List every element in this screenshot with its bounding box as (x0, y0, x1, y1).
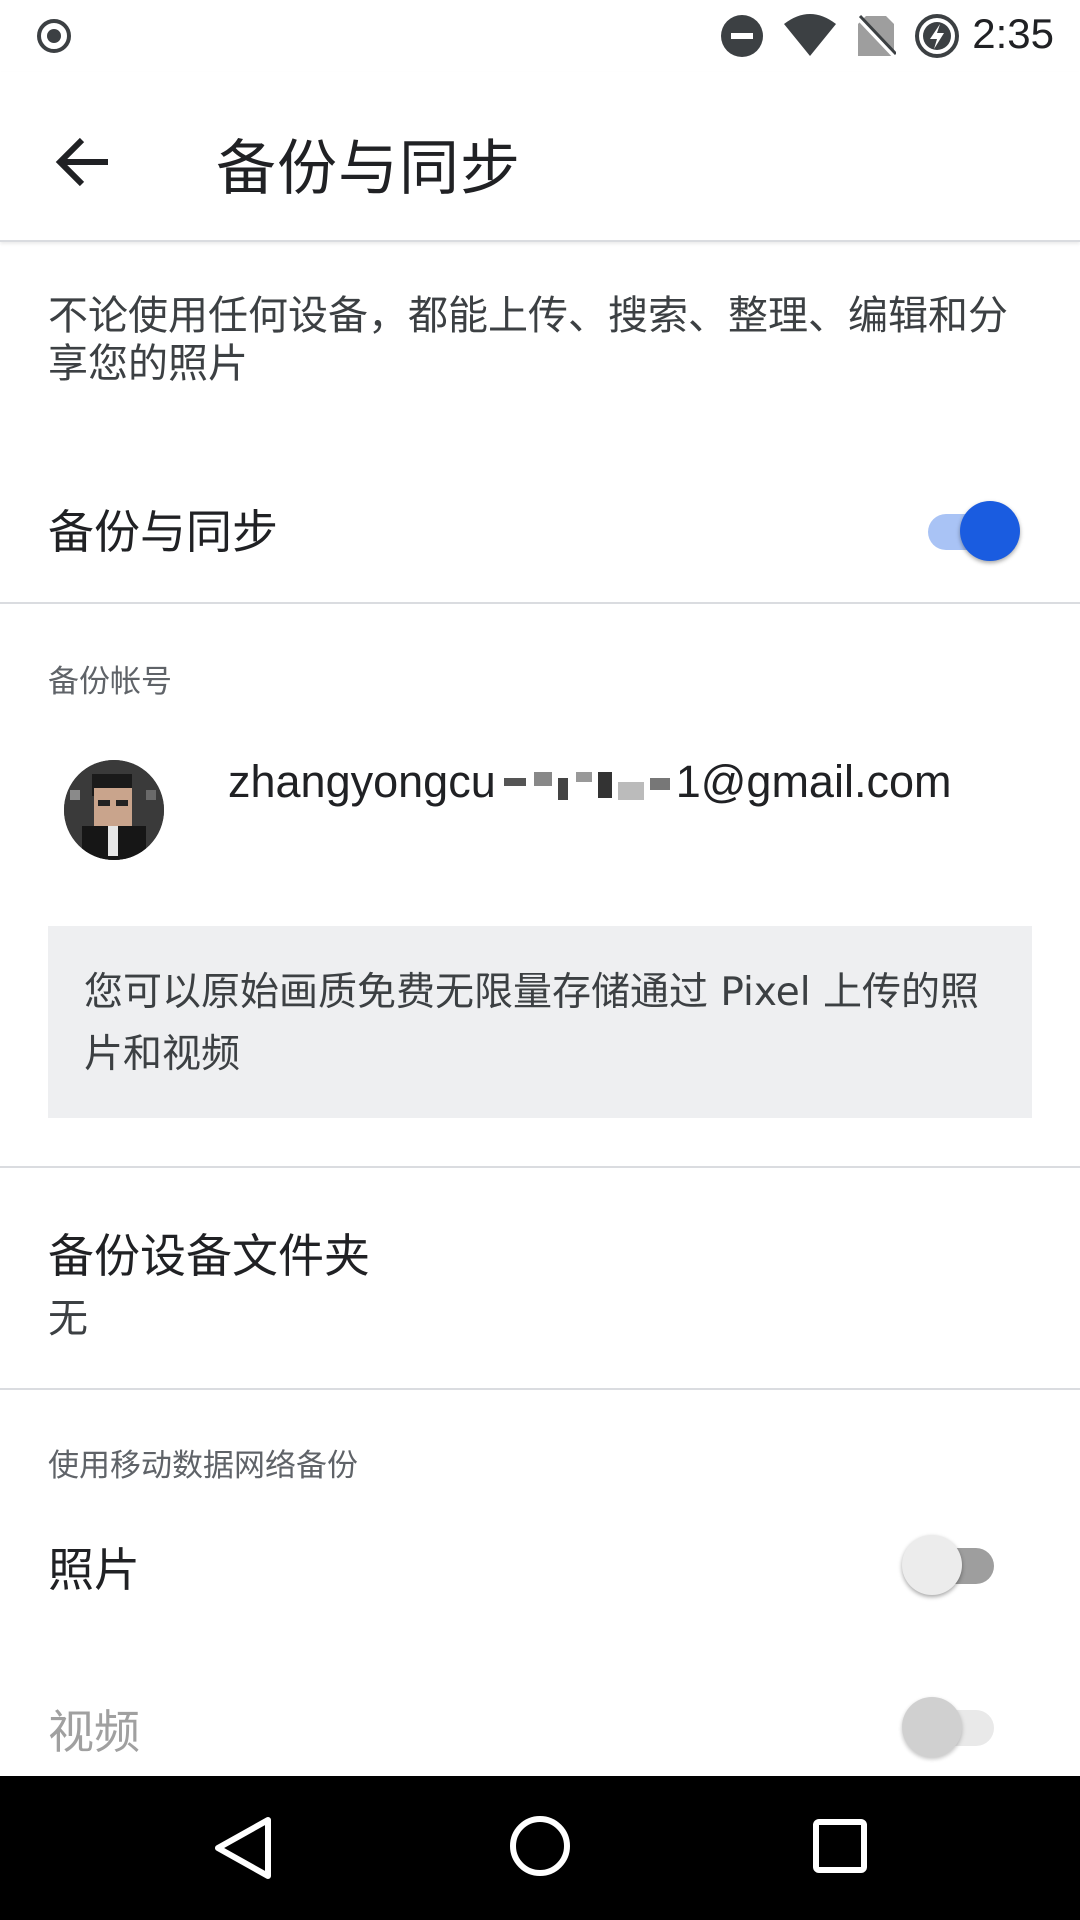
record-icon (37, 19, 71, 53)
wifi-icon (784, 14, 836, 56)
backup-account-header: 备份帐号 (48, 664, 172, 700)
back-button[interactable] (44, 122, 124, 202)
status-time: 2:35 (972, 10, 1054, 57)
divider (0, 602, 1080, 604)
photos-label: 照片 (48, 1543, 140, 1597)
arrow-back-icon (55, 137, 108, 187)
status-bar: 2:35 (0, 0, 1080, 72)
navigation-bar (0, 1776, 1080, 1920)
backup-sync-toggle[interactable] (918, 494, 1028, 564)
do-not-disturb-icon (721, 15, 763, 57)
mobile-data-header: 使用移动数据网络备份 (48, 1448, 358, 1484)
backup-sync-label: 备份与同步 (48, 505, 278, 559)
app-bar: 备份与同步 (0, 72, 1080, 242)
no-sim-icon (856, 14, 896, 58)
device-folders-title: 备份设备文件夹 (48, 1229, 370, 1283)
account-row[interactable]: zhangyongcu 1@gmail.com (0, 720, 1080, 900)
videos-toggle[interactable] (894, 1690, 1004, 1760)
device-folders-value: 无 (48, 1296, 88, 1342)
videos-label: 视频 (48, 1705, 140, 1759)
backup-sync-row[interactable]: 备份与同步 (0, 470, 1080, 600)
device-folders-row[interactable]: 备份设备文件夹 无 (0, 1168, 1080, 1388)
photos-toggle[interactable] (894, 1528, 1004, 1598)
page-title: 备份与同步 (216, 134, 521, 204)
storage-info-text: 您可以原始画质免费无限量存储通过 Pixel 上传的照片和视频 (84, 970, 980, 1077)
videos-row[interactable]: 视频 (0, 1662, 1080, 1776)
email-redaction-icon (504, 772, 670, 800)
nav-home-icon[interactable] (508, 1814, 572, 1878)
description-text: 不论使用任何设备，都能上传、搜索、整理、编辑和分享您的照片 (48, 293, 1008, 387)
nav-back-icon[interactable] (212, 1816, 274, 1880)
battery-charging-icon (915, 14, 959, 58)
photos-row[interactable]: 照片 (0, 1500, 1080, 1630)
storage-info-box: 您可以原始画质免费无限量存储通过 Pixel 上传的照片和视频 (48, 926, 1032, 1118)
nav-recents-icon[interactable] (812, 1816, 868, 1876)
divider (0, 1388, 1080, 1390)
avatar (64, 760, 164, 860)
